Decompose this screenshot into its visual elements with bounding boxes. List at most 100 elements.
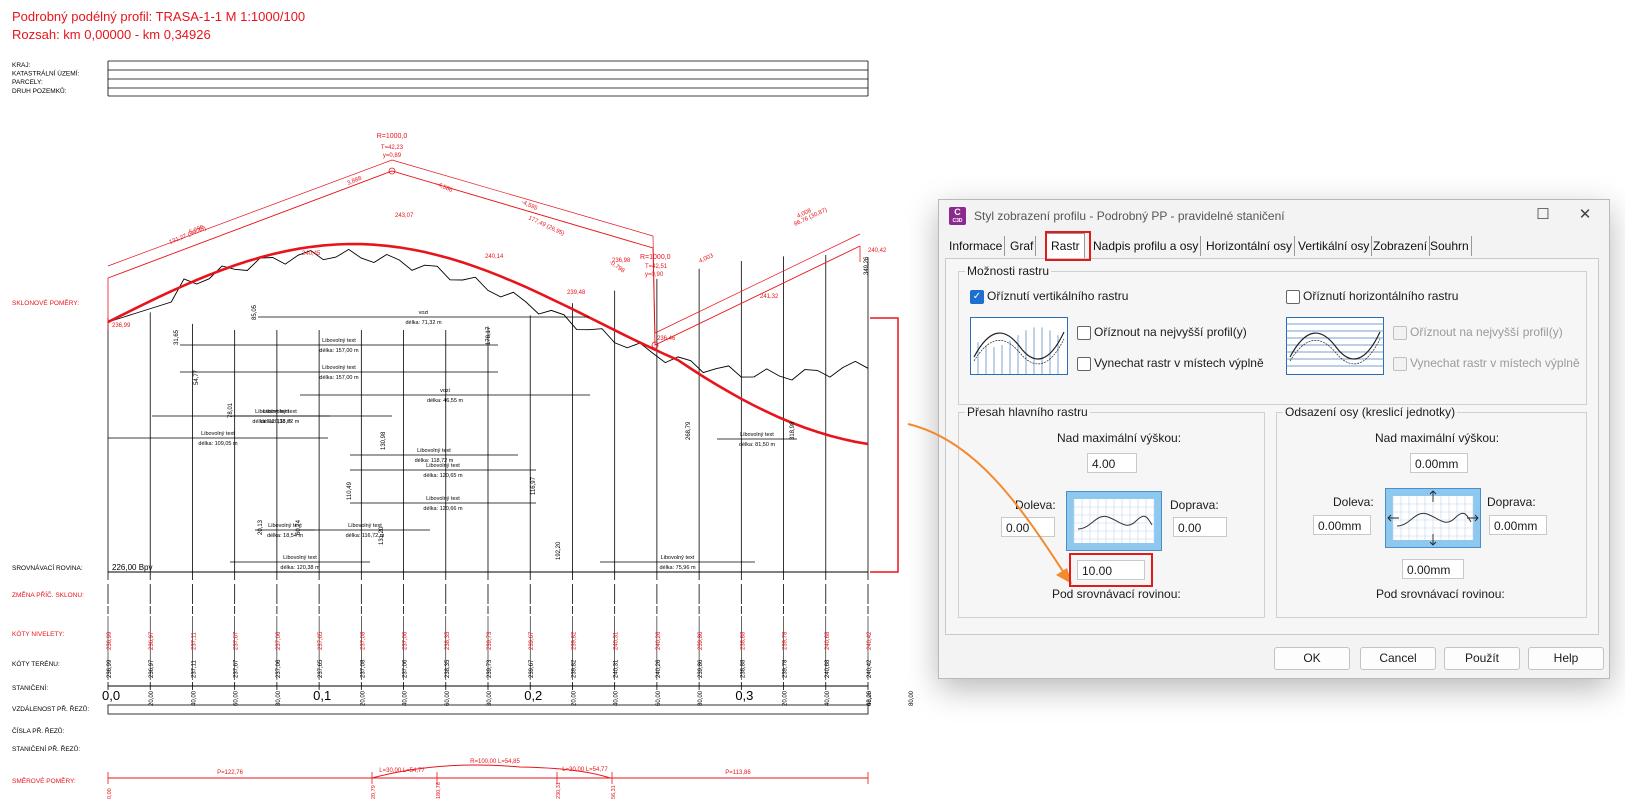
tab-rastr[interactable]: Rastr [1046,233,1085,258]
vertical-value: 130,98 [381,431,387,450]
ok-button[interactable]: OK [1274,647,1350,670]
teren-value: 239,82 [571,659,577,678]
text-bar-length: délka: 120,66 m [423,506,463,512]
grade-label: 4,003 [698,253,715,265]
curve-radius: R=1000,0 [377,133,408,140]
station-label: 60,00 [445,690,451,706]
chainage-major: 0,1 [313,688,331,703]
text-bar-title: Libovolný text [661,555,695,561]
tab-informace[interactable]: Informace [947,236,1006,256]
tab-zobrazeni[interactable]: Zobrazení [1371,236,1431,256]
station-end: 48,26 [867,690,873,706]
offset-below-input[interactable]: 0.00mm [1402,559,1464,579]
clip-highest-left-checkbox[interactable] [1077,326,1091,340]
niveleta-value: 237,08 [360,631,366,650]
omit-fill-right-checkbox[interactable] [1393,357,1407,371]
horizontal-grid-preview-icon [1286,317,1384,375]
text-bar-title: Libovolný text [322,365,356,371]
vertical-value: 349,26 [864,256,870,275]
offset-right-input[interactable]: 0.00mm [1489,515,1547,535]
tab-souhrn[interactable]: Souhrn [1428,236,1472,256]
label-srovnavaci-rovina: SROVNÁVACÍ ROVINA: [12,563,83,572]
overhang-right-input[interactable]: 0.00 [1173,517,1227,537]
niveleta-value: 238,88 [740,631,746,650]
header-row-label: PARCELY: [12,79,43,86]
label-smerove-pomery: SMĚROVÉ POMĚRY: [12,776,76,785]
vertical-value: 131,20 [379,526,385,545]
text-bar-length: délka: 71,32 m [405,320,441,326]
cancel-button[interactable]: Cancel [1360,647,1436,670]
axis-offset-group: Odsazení osy (kreslicí jednotky) Nad max… [1276,405,1587,618]
rastr-pane: Možnosti rastru ✓ Oříznutí vertikálního … [945,258,1599,635]
station-label: 80,00 [909,690,915,706]
point-elevation: 240,45 [302,251,321,257]
offset-right-label: Doprava: [1487,495,1536,509]
curve-y: y=0,89 [383,153,402,159]
overhang-above-input[interactable]: 4.00 [1087,453,1137,473]
smer-label: R=100,00 L=54,85 [470,759,520,765]
teren-value: 240,68 [825,659,831,678]
label-koty-nivelety: KÓTY NIVELETY: [12,629,64,638]
chainage-major: 0,0 [102,688,120,703]
offset-left-input[interactable]: 0.00mm [1313,515,1371,535]
text-bar-title: Libovolný text [201,431,235,437]
text-bar-length: délka: 46,55 m [427,398,463,404]
niveleta-value: 239,82 [571,631,577,650]
text-bar-title: Libovolný text [417,448,451,454]
tab-graf[interactable]: Graf [1008,236,1037,256]
curve-radius: R=1000,0 [640,254,671,261]
station-label: 20,00 [783,690,789,706]
chainage-major: 0,2 [524,688,542,703]
dialog-titlebar[interactable]: C C3D Styl zobrazení profilu - Podrobný P… [939,200,1609,232]
niveleta-value: 238,35 [445,631,451,650]
niveleta-value: 240,31 [614,631,620,650]
tab-horizontalni-osy[interactable]: Horizontální osy [1204,236,1296,256]
station-label: 80,00 [487,690,493,706]
header-row-label: KRAJ: [12,62,31,69]
help-button[interactable]: Help [1528,647,1604,670]
text-bar-length: délka: 75,96 m [659,565,695,571]
point-elevation: 236,46 [657,336,676,342]
point-elevation: 239,48 [567,290,586,296]
vertical-value: 110,49 [347,481,353,500]
teren-value: 239,67 [529,659,535,678]
label-zmena-pric-sklonu: ZMĚNA PŘÍČ. SKLONU: [12,590,84,599]
text-bar-length: délka: 81,50 m [739,442,775,448]
label-koty-terenu: KÓTY TERÉNU: [12,659,60,668]
niveleta-value: 239,67 [529,631,535,650]
overhang-below-input[interactable]: 10.00 [1077,560,1145,580]
tab-vertikalni-osy[interactable]: Vertikální osy [1296,236,1373,256]
clip-highest-right-checkbox[interactable] [1393,326,1407,340]
clip-highest-left-label: Oříznout na nejvyšší profil(y) [1094,325,1247,339]
maximize-icon[interactable]: ☐ [1529,204,1557,226]
close-icon[interactable]: ✕ [1571,204,1599,226]
clip-highest-right-label: Oříznout na nejvyšší profil(y) [1410,325,1563,339]
tab-nadpis-profilu[interactable]: Nadpis profilu a osy [1091,236,1202,256]
offset-left-label: Doleva: [1333,495,1374,509]
tangent-polygon [107,170,861,346]
niveleta-value: 239,78 [783,631,789,650]
station-label: 20,00 [149,690,155,706]
curve-y: y=0,90 [645,272,664,278]
niveleta-value: 237,11 [191,631,197,650]
overhang-left-label: Doleva: [1015,498,1056,512]
curve-tangent: T=42,23 [381,145,404,151]
niveleta-value: 236,97 [149,631,155,650]
grade-label: -4,586 [435,181,454,194]
omit-fill-left-checkbox[interactable] [1077,357,1091,371]
text-bar-title: Libovolný text [426,463,460,469]
point-elevation: 236,99 [112,323,131,329]
offset-preview-icon [1385,488,1481,548]
vertical-grid-preview-icon [970,317,1068,375]
teren-value: 238,35 [445,659,451,678]
text-bar-length: délka: 157,00 m [319,348,359,354]
apply-button[interactable]: Použít [1444,647,1520,670]
overhang-left-input[interactable]: 0.00 [1001,517,1055,537]
niveleta-value: 236,99 [107,631,113,650]
point-elevation: 240,14 [485,254,504,260]
profile-style-dialog[interactable]: C C3D Styl zobrazení profilu - Podrobný P… [938,199,1610,679]
text-bar-title: vozi [419,310,429,316]
clip-horizontal-checkbox[interactable] [1286,290,1300,304]
clip-vertical-checkbox[interactable]: ✓ [970,290,984,304]
offset-above-input[interactable]: 0.00mm [1410,453,1468,473]
